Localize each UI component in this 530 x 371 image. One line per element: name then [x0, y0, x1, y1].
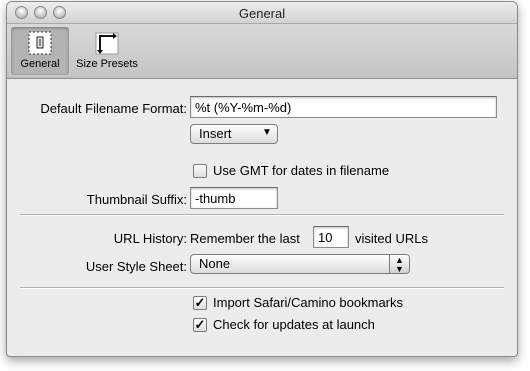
- section-divider-1: [20, 214, 504, 216]
- filename-format-label: Default Filename Format:: [40, 101, 187, 116]
- general-prefs-icon: [28, 31, 52, 55]
- size-presets-icon: [95, 32, 119, 55]
- preferences-window: General General Size Presets Default Fil…: [6, 1, 518, 357]
- remember-suffix-label: visited URLs: [355, 231, 428, 246]
- filename-format-field[interactable]: [190, 96, 497, 118]
- tab-size-presets-label: Size Presets: [76, 58, 138, 70]
- tab-size-presets[interactable]: Size Presets: [73, 27, 141, 75]
- chevron-down-icon: ▼: [395, 264, 404, 274]
- thumbnail-suffix-label: Thumbnail Suffix:: [86, 192, 187, 207]
- user-style-sheet-value: None: [199, 256, 231, 271]
- window-title: General: [238, 6, 286, 21]
- insert-popup[interactable]: Insert ▼: [190, 124, 278, 144]
- import-bookmarks-checkbox[interactable]: ✓: [193, 296, 207, 310]
- title-bar[interactable]: General: [7, 2, 517, 24]
- use-gmt-label: Use GMT for dates in filename: [213, 163, 390, 178]
- use-gmt-checkbox[interactable]: [193, 164, 207, 178]
- tab-general-label: General: [20, 58, 60, 70]
- url-history-label: URL History:: [113, 231, 187, 246]
- check-updates-checkbox[interactable]: ✓: [193, 318, 207, 332]
- tab-general[interactable]: General: [11, 27, 69, 75]
- section-divider-2: [20, 287, 504, 289]
- stepper-arrows-icon: ▲ ▼: [389, 255, 409, 274]
- user-style-sheet-popup[interactable]: None ▲ ▼: [190, 254, 410, 274]
- import-bookmarks-label: Import Safari/Camino bookmarks: [213, 295, 404, 310]
- chevron-down-icon: ▼: [262, 127, 272, 138]
- thumbnail-suffix-field[interactable]: [190, 187, 278, 209]
- url-history-count-field[interactable]: [313, 226, 349, 248]
- insert-popup-label: Insert: [199, 126, 232, 141]
- remember-prefix-label: Remember the last: [190, 231, 300, 246]
- preferences-toolbar: General Size Presets: [7, 24, 517, 79]
- user-style-sheet-label: User Style Sheet:: [85, 259, 187, 274]
- check-updates-label: Check for updates at launch: [213, 317, 375, 332]
